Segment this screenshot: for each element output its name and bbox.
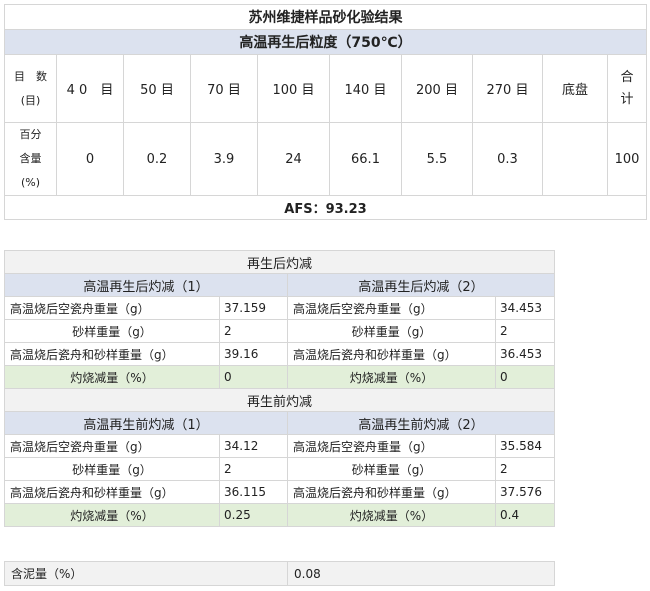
- row-value: 39.16: [219, 342, 288, 366]
- before-right-heading: 高温再生前灼减（2）: [286, 411, 556, 435]
- row-label: 高温烧后瓷舟和砂样重量（g）: [287, 342, 496, 366]
- loss-label: 灼烧减量（%）: [4, 365, 220, 389]
- total-header-part: 计: [620, 91, 634, 107]
- after-left-heading: 高温再生后灼减（1）: [4, 273, 288, 297]
- loss-on-ignition-table: 再生后灼减 高温再生后灼减（1） 高温再生后灼减（2） 高温烧后空瓷舟重量（g）…: [3, 250, 556, 527]
- row-label: 砂样重量（g）: [4, 319, 220, 343]
- percent-row-label: 百分 含量 (%): [4, 122, 57, 196]
- percent-label-text: 百分: [19, 128, 42, 141]
- row-value: 2: [494, 457, 556, 481]
- row-value: 2: [219, 319, 288, 343]
- mesh-cell: 140 目: [329, 54, 402, 123]
- mesh-row-label: 目 数 (目): [4, 54, 57, 123]
- mesh-cell: 100 目: [257, 54, 330, 123]
- mud-content-value: 0.08: [287, 561, 555, 586]
- before-section-title: 再生前灼减: [3, 388, 556, 412]
- row-label: 高温烧后空瓷舟重量（g）: [287, 296, 496, 320]
- row-label: 高温烧后空瓷舟重量（g）: [4, 296, 220, 320]
- row-label: 高温烧后空瓷舟重量（g）: [4, 434, 220, 458]
- mesh-cell: 270 目: [472, 54, 543, 123]
- row-value: 2: [494, 319, 556, 343]
- mud-content-table: 含泥量（%） 0.08: [4, 561, 555, 586]
- report-title: 苏州维捷样品砂化验结果: [4, 4, 647, 30]
- percent-total-cell: 100: [607, 122, 647, 196]
- mesh-label-unit: (目): [20, 93, 41, 107]
- mesh-cell: 70 目: [190, 54, 258, 123]
- percent-cell: 3.9: [190, 122, 258, 196]
- row-value: 36.115: [219, 480, 288, 504]
- loss-value: 0.4: [494, 503, 556, 527]
- particle-size-table: 苏州维捷样品砂化验结果 高温再生后粒度（750℃） 目 数 (目) 4 0 目 …: [4, 4, 647, 220]
- percent-cell: 5.5: [401, 122, 473, 196]
- percent-cell: 0.2: [123, 122, 191, 196]
- mesh-cell: 200 目: [401, 54, 473, 123]
- row-value: 34.12: [219, 434, 288, 458]
- row-value: 35.584: [494, 434, 556, 458]
- row-value: 34.453: [494, 296, 556, 320]
- percent-cell: [542, 122, 608, 196]
- percent-cell: 0: [56, 122, 124, 196]
- after-section-title: 再生后灼减: [3, 250, 556, 274]
- mesh-cell: 底盘: [542, 54, 608, 123]
- row-label: 高温烧后瓷舟和砂样重量（g）: [4, 480, 220, 504]
- row-value: 37.159: [219, 296, 288, 320]
- loss-label: 灼烧减量（%）: [4, 503, 220, 527]
- row-label: 砂样重量（g）: [287, 319, 496, 343]
- percent-label-text: 含量: [19, 152, 42, 165]
- percent-cell: 0.3: [472, 122, 543, 196]
- total-header-cell: 合 计: [607, 54, 647, 123]
- row-label: 高温烧后空瓷舟重量（g）: [287, 434, 496, 458]
- before-left-heading: 高温再生前灼减（1）: [4, 411, 288, 435]
- loss-label: 灼烧减量（%）: [287, 365, 496, 389]
- row-label: 砂样重量（g）: [4, 457, 220, 481]
- loss-value: 0.25: [219, 503, 288, 527]
- percent-cell: 66.1: [329, 122, 402, 196]
- loss-value: 0: [494, 365, 556, 389]
- row-value: 37.576: [494, 480, 556, 504]
- after-right-heading: 高温再生后灼减（2）: [286, 273, 556, 297]
- afs-value: AFS：93.23: [4, 195, 647, 220]
- mud-content-label: 含泥量（%）: [4, 561, 288, 586]
- row-value: 2: [219, 457, 288, 481]
- row-label: 高温烧后瓷舟和砂样重量（g）: [287, 480, 496, 504]
- mesh-label-text: 目 数: [14, 69, 47, 83]
- loss-label: 灼烧减量（%）: [287, 503, 496, 527]
- loss-value: 0: [219, 365, 288, 389]
- mesh-cell: 50 目: [123, 54, 191, 123]
- row-value: 36.453: [494, 342, 556, 366]
- mesh-cell: 4 0 目: [56, 54, 124, 123]
- percent-label-unit: (%): [20, 176, 41, 189]
- percent-cell: 24: [257, 122, 330, 196]
- row-label: 砂样重量（g）: [287, 457, 496, 481]
- row-label: 高温烧后瓷舟和砂样重量（g）: [4, 342, 220, 366]
- report-subtitle: 高温再生后粒度（750℃）: [4, 29, 647, 55]
- total-header-part: 合: [620, 69, 634, 85]
